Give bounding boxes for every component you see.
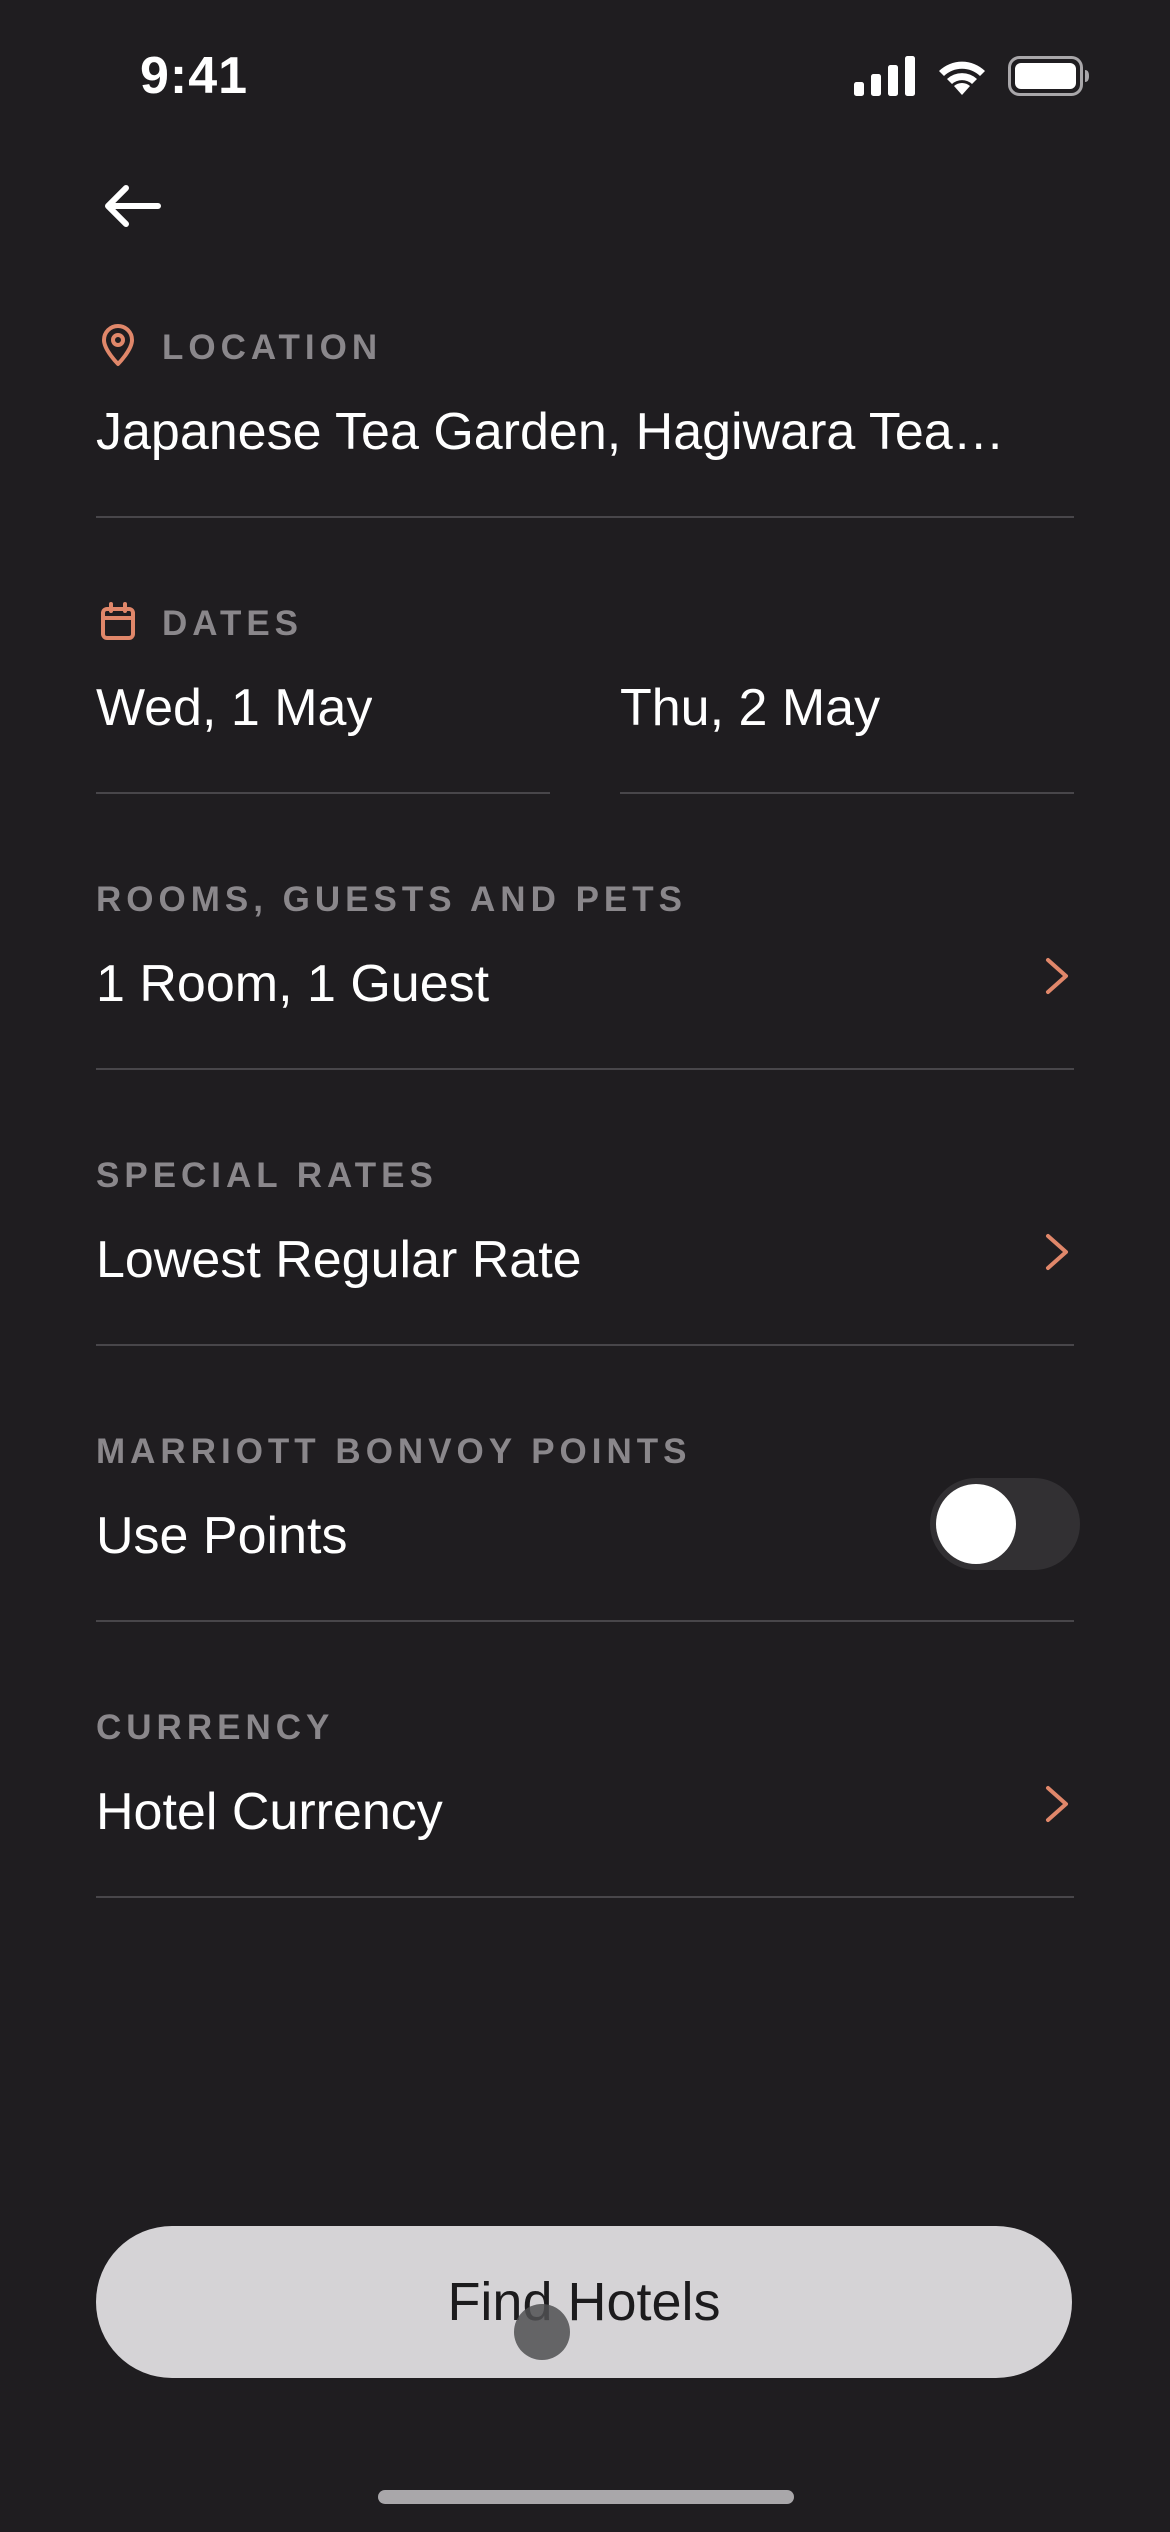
use-points-toggle[interactable] bbox=[930, 1478, 1080, 1570]
find-hotels-label: Find Hotels bbox=[447, 2272, 721, 2332]
check-out-date-value: Thu, 2 May bbox=[620, 679, 881, 737]
chevron-right-icon bbox=[1046, 958, 1068, 994]
points-field: MARRIOTT BONVOY POINTS Use Points bbox=[96, 1422, 1080, 1624]
wifi-icon bbox=[934, 55, 990, 102]
toggle-knob bbox=[936, 1484, 1016, 1564]
check-in-date-value: Wed, 1 May bbox=[96, 679, 373, 737]
check-in-date-field[interactable]: Wed, 1 May bbox=[96, 664, 550, 794]
currency-divider bbox=[96, 1896, 1074, 1898]
location-field[interactable]: LOCATION Japanese Tea Garden, Hagiwara T… bbox=[96, 318, 1074, 520]
points-divider bbox=[96, 1620, 1074, 1622]
rooms-guests-value: 1 Room, 1 Guest bbox=[96, 955, 490, 1013]
touch-indicator bbox=[514, 2304, 570, 2360]
battery-icon bbox=[1008, 55, 1090, 101]
currency-label: CURRENCY bbox=[96, 1708, 335, 1747]
special-rates-field[interactable]: SPECIAL RATES Lowest Regular Rate bbox=[96, 1146, 1074, 1348]
cellular-signal-icon bbox=[854, 55, 916, 101]
special-rates-label: SPECIAL RATES bbox=[96, 1156, 438, 1195]
calendar-icon bbox=[101, 602, 135, 640]
special-rates-divider bbox=[96, 1344, 1074, 1346]
status-time: 9:41 bbox=[140, 47, 249, 105]
location-label: LOCATION bbox=[162, 328, 383, 367]
location-divider bbox=[96, 516, 1074, 518]
chevron-right-icon bbox=[1046, 1786, 1068, 1822]
check-out-divider bbox=[620, 792, 1074, 794]
location-value: Japanese Tea Garden, Hagiwara Tea… bbox=[96, 403, 1005, 461]
dates-field: DATES Wed, 1 May Thu, 2 May bbox=[96, 594, 1074, 796]
map-pin-icon bbox=[102, 324, 134, 366]
check-in-divider bbox=[96, 792, 550, 794]
currency-value: Hotel Currency bbox=[96, 1783, 443, 1841]
use-points-label: Use Points bbox=[96, 1507, 348, 1565]
find-hotels-button[interactable]: Find Hotels bbox=[96, 2226, 1072, 2378]
chevron-right-icon bbox=[1046, 1234, 1068, 1270]
back-button[interactable] bbox=[96, 176, 168, 236]
currency-field[interactable]: CURRENCY Hotel Currency bbox=[96, 1698, 1074, 1900]
rooms-guests-field[interactable]: ROOMS, GUESTS AND PETS 1 Room, 1 Guest bbox=[96, 870, 1074, 1072]
home-indicator[interactable] bbox=[378, 2490, 794, 2504]
check-out-date-field[interactable]: Thu, 2 May bbox=[620, 664, 1074, 794]
arrow-left-icon bbox=[105, 185, 161, 227]
points-label: MARRIOTT BONVOY POINTS bbox=[96, 1432, 692, 1471]
special-rates-value: Lowest Regular Rate bbox=[96, 1231, 582, 1289]
dates-label: DATES bbox=[162, 604, 304, 643]
rooms-guests-label: ROOMS, GUESTS AND PETS bbox=[96, 880, 687, 919]
rooms-guests-divider bbox=[96, 1068, 1074, 1070]
status-bar: 9:41 bbox=[0, 0, 1170, 150]
status-icons bbox=[854, 55, 1090, 102]
